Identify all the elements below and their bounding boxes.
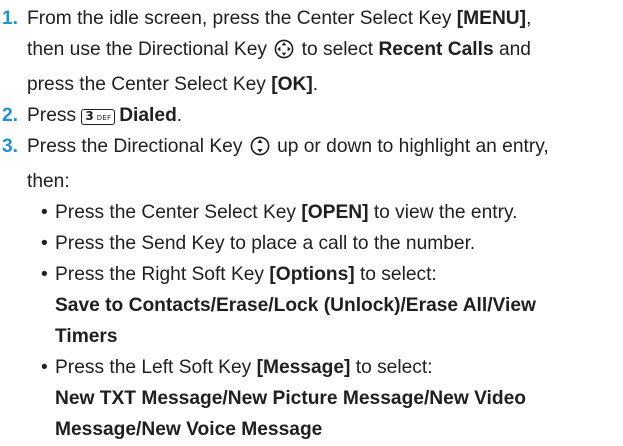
step-number: 1. [2,8,19,29]
menu-key-label: [MENU] [456,8,527,29]
step-3: 3. Press the Directional Key up or down … [0,131,623,197]
step-1: 1. From the idle screen, press the Cente… [0,3,623,100]
step-3-line-1: Press the Directional Key up or down to … [27,131,623,166]
instructions: 1. From the idle screen, press the Cente… [0,0,623,445]
message-menu-choices-line-2: Message/New Voice Message [55,419,323,440]
options-menu-choices-line-2: Timers [55,326,118,347]
key-3-def-icon: 3 DEF [81,109,116,125]
recent-calls-label: Recent Calls [378,39,494,60]
step-2-line-1: Press 3 DEF Dialed. [27,105,183,126]
list-item: Press the Right Soft Key [Options] to se… [41,259,623,352]
list-item: Press the Center Select Key [OPEN] to vi… [41,197,623,228]
options-key-label: [Options] [269,264,355,285]
step-3-line-2: then: [27,171,70,192]
step-3-options-list: Press the Center Select Key [OPEN] to vi… [0,197,623,445]
step-2: 2. Press 3 DEF Dialed. [0,100,623,131]
step-1-line-2: then use the Directional Key to select R… [27,34,623,69]
message-key-label: [Message] [256,357,351,378]
list-item: Press the Left Soft Key [Message] to sel… [41,352,623,445]
step-1-line-3: press the Center Select Key [OK]. [27,74,319,95]
open-key-label: [OPEN] [301,202,369,223]
step-1-line-1: From the idle screen, press the Center S… [27,8,532,29]
ok-key-label: [OK] [271,74,313,95]
dialed-label: Dialed [119,105,177,126]
up-down-directional-key-icon [250,135,270,166]
step-number: 2. [2,105,19,126]
list-item: Press the Send Key to place a call to th… [41,228,623,259]
step-number: 3. [2,136,19,157]
message-menu-choices-line-1: New TXT Message/New Picture Message/New … [55,388,526,409]
four-way-directional-key-icon [274,38,294,69]
options-menu-choices-line-1: Save to Contacts/Erase/Lock (Unlock)/Era… [55,295,536,316]
